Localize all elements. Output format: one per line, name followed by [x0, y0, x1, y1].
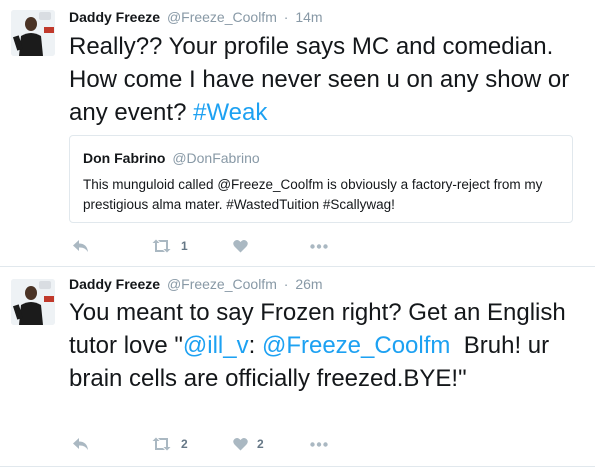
tweet-text: Really?? Your profile says MC and comedi… — [69, 30, 584, 129]
author-name[interactable]: Daddy Freeze — [69, 9, 160, 25]
tweet-header: Daddy Freeze @Freeze_Coolfm · 14m — [69, 9, 323, 25]
author-handle[interactable]: @Freeze_Coolfm — [167, 276, 277, 292]
quoted-tweet-header: Don Fabrino @DonFabrino — [83, 150, 260, 166]
tweet-text: You meant to say Frozen right? Get an En… — [69, 296, 584, 395]
like-button[interactable] — [233, 236, 257, 256]
quoted-tweet[interactable]: Don Fabrino @DonFabrino This munguloid c… — [69, 135, 573, 223]
avatar[interactable] — [11, 279, 55, 325]
tweet[interactable]: Daddy Freeze @Freeze_Coolfm · 14m Really… — [0, 0, 595, 266]
retweet-count: 2 — [181, 437, 188, 451]
retweet-icon — [152, 437, 171, 451]
retweet-icon — [152, 239, 171, 253]
heart-icon — [233, 239, 248, 253]
hashtag-link[interactable]: #Weak — [193, 99, 267, 126]
timestamp[interactable]: 26m — [295, 276, 322, 292]
mention-link[interactable]: @ill_v — [183, 332, 249, 359]
retweet-count: 1 — [181, 239, 188, 253]
tweet-divider — [0, 466, 595, 467]
reply-button[interactable] — [72, 434, 89, 454]
tweet[interactable]: Daddy Freeze @Freeze_Coolfm · 26m You me… — [0, 267, 595, 472]
quoted-tweet-text: This munguloid called @Freeze_Coolfm is … — [83, 177, 543, 212]
avatar[interactable] — [11, 10, 55, 56]
retweet-button[interactable]: 1 — [151, 236, 188, 256]
separator: · — [283, 276, 289, 292]
reply-icon — [73, 240, 88, 252]
retweet-button[interactable]: 2 — [151, 434, 188, 454]
author-name[interactable]: Daddy Freeze — [69, 276, 160, 292]
author-handle[interactable]: @Freeze_Coolfm — [167, 9, 277, 25]
timestamp[interactable]: 14m — [295, 9, 322, 25]
mention-link[interactable]: @Freeze_Coolfm — [262, 332, 450, 359]
more-icon — [310, 441, 328, 447]
separator: · — [283, 9, 289, 25]
tweet-text-middle: : — [248, 332, 262, 359]
like-button[interactable]: 2 — [233, 434, 264, 454]
quoted-author-name: Don Fabrino — [83, 150, 166, 166]
reply-icon — [73, 438, 88, 450]
reply-button[interactable] — [72, 236, 89, 256]
quoted-author-handle: @DonFabrino — [172, 150, 260, 166]
like-count: 2 — [257, 437, 264, 451]
tweet-text-body: Really?? Your profile says MC and comedi… — [69, 33, 570, 126]
more-button[interactable] — [310, 236, 328, 256]
heart-icon — [233, 437, 248, 451]
more-button[interactable] — [310, 434, 328, 454]
tweet-header: Daddy Freeze @Freeze_Coolfm · 26m — [69, 276, 323, 292]
more-icon — [310, 243, 328, 249]
